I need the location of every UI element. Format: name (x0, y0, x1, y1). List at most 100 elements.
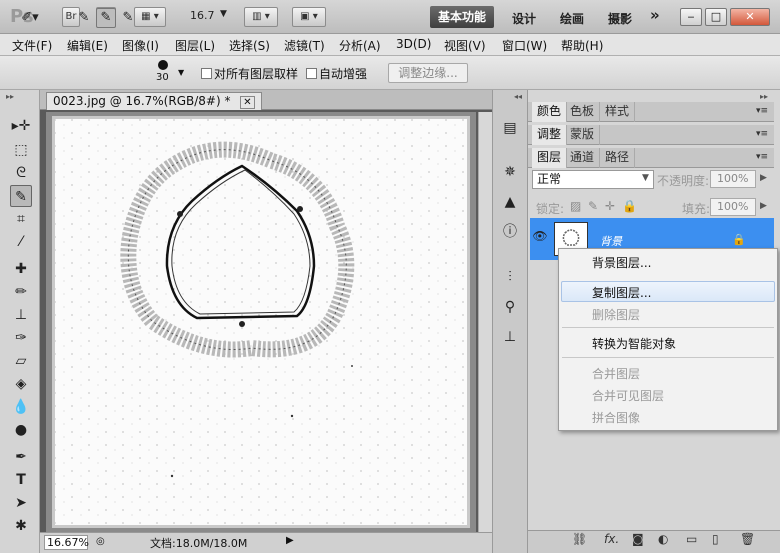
menu-analysis[interactable]: 分析(A) (339, 37, 381, 54)
brush-preview-icon[interactable] (158, 60, 168, 70)
tab-swatches[interactable]: 色板 (565, 102, 601, 122)
collapse-tools-icon[interactable]: ▸▸ (6, 92, 14, 101)
collapse-panels-icon[interactable]: ▸▸ (760, 92, 768, 101)
lock-paint-icon[interactable]: ✎ (588, 199, 598, 213)
close-document-icon[interactable]: ✕ (240, 96, 255, 109)
panel-menu-icon[interactable]: ▾≡ (756, 129, 768, 139)
opacity-field[interactable]: 100% (710, 170, 756, 188)
view-extras-button[interactable]: ▦ ▾ (134, 7, 166, 27)
status-info-icon[interactable]: ◎ (96, 536, 105, 547)
brush-picker-chevron-icon[interactable]: ▼ (178, 68, 184, 77)
menu-layer[interactable]: 图层(L) (175, 37, 215, 54)
screen-mode-button[interactable]: ▣ ▾ (292, 7, 326, 27)
more-workspaces-icon[interactable]: » (650, 6, 660, 24)
history-brush-tool-icon[interactable]: ✑ (10, 327, 32, 349)
tab-channels[interactable]: 通道 (565, 148, 601, 168)
tab-masks[interactable]: 蒙版 (565, 125, 601, 145)
blend-mode-select[interactable]: 正常 (532, 170, 654, 189)
info-panel-icon[interactable]: ⓘ (500, 222, 520, 242)
type-tool-icon[interactable]: T (10, 469, 32, 491)
fill-field[interactable]: 100% (710, 198, 756, 216)
vertical-scrollbar[interactable] (478, 112, 492, 532)
trash-icon[interactable]: 🗑 (740, 532, 755, 546)
workspace-photography[interactable]: 摄影 (608, 10, 632, 27)
tool-presets-panel-icon[interactable]: ⊥ (500, 327, 520, 347)
lock-transparent-icon[interactable]: ▨ (570, 199, 581, 213)
menu-item-merge-layers: 合并图层 (592, 367, 641, 381)
eyedropper-tool-icon[interactable]: ⁄ (10, 231, 32, 253)
tab-styles[interactable]: 样式 (600, 102, 636, 122)
panel-menu-icon[interactable]: ▾≡ (756, 152, 768, 162)
menu-3d[interactable]: 3D(D) (396, 37, 431, 51)
subtract-selection-icon[interactable]: ✎ (118, 8, 138, 28)
panel-menu-icon[interactable]: ▾≡ (756, 106, 768, 116)
fill-arrow-icon[interactable]: ▶ (760, 201, 767, 211)
menu-item-convert-smart-object[interactable]: 转换为智能对象 (592, 335, 676, 352)
arrange-documents-button[interactable]: ▥ ▾ (244, 7, 278, 27)
menu-item-duplicate-layer[interactable]: 复制图层... (592, 284, 651, 301)
workspace-painting[interactable]: 绘画 (560, 10, 584, 27)
menu-item-background-layer[interactable]: 背景图层... (592, 254, 651, 271)
minimize-button[interactable]: ‒ (680, 8, 702, 26)
menu-file[interactable]: 文件(F) (12, 37, 52, 54)
path-selection-tool-icon[interactable]: ➤ (10, 492, 32, 514)
lock-all-icon[interactable]: 🔒 (622, 199, 637, 213)
blur-tool-icon[interactable]: 💧 (10, 396, 32, 418)
workspace-design[interactable]: 设计 (512, 10, 536, 27)
lock-position-icon[interactable]: ✛ (605, 199, 615, 213)
menu-image[interactable]: 图像(I) (122, 37, 159, 54)
menu-filter[interactable]: 滤镜(T) (284, 37, 325, 54)
document-tab[interactable]: 0023.jpg @ 16.7%(RGB/8#) * ✕ (46, 92, 262, 110)
brush-tool-icon[interactable]: ✏ (10, 281, 32, 303)
tab-paths[interactable]: 路径 (600, 148, 636, 168)
pen-tool-icon[interactable]: ✒ (10, 446, 32, 468)
refine-edge-button[interactable]: 调整边缘... (388, 63, 468, 83)
custom-shape-tool-icon[interactable]: ✱ (10, 515, 32, 537)
clone-source-panel-icon[interactable]: ⚲ (500, 297, 520, 317)
status-menu-arrow-icon[interactable]: ▶ (286, 535, 294, 546)
add-to-selection-icon[interactable]: ✎ (96, 8, 116, 28)
histogram-panel-icon[interactable]: ▲ (500, 192, 520, 212)
healing-brush-tool-icon[interactable]: ✚ (10, 258, 32, 280)
auto-enhance-checkbox[interactable] (306, 68, 317, 79)
collapse-strip-icon[interactable]: ◂◂ (514, 92, 522, 101)
image-canvas[interactable] (49, 113, 473, 531)
maximize-button[interactable]: □ (705, 8, 727, 26)
tool-preset-picker[interactable]: ✐▾ (20, 8, 40, 28)
new-selection-icon[interactable]: ✎ (74, 8, 94, 28)
tab-adjustments[interactable]: 调整 (532, 125, 568, 145)
close-button[interactable]: ✕ (730, 8, 770, 26)
status-zoom-field[interactable]: 16.67% (44, 535, 89, 550)
crop-tool-icon[interactable]: ⌗ (10, 208, 32, 230)
sample-all-layers-checkbox[interactable] (201, 68, 212, 79)
workspace-essentials[interactable]: 基本功能 (430, 6, 494, 28)
menu-window[interactable]: 窗口(W) (502, 37, 547, 54)
layer-style-icon[interactable]: fx. (604, 532, 619, 546)
tab-layers[interactable]: 图层 (532, 148, 568, 168)
new-layer-icon[interactable]: ▯ (712, 532, 719, 546)
marquee-tool-icon[interactable]: ⬚ (10, 139, 32, 161)
clone-stamp-tool-icon[interactable]: ⊥ (10, 304, 32, 326)
lock-label: 锁定: (536, 202, 565, 216)
move-tool-icon[interactable]: ▸✛ (10, 115, 32, 137)
menu-edit[interactable]: 编辑(E) (67, 37, 108, 54)
eye-icon[interactable]: 👁 (532, 229, 548, 245)
opacity-arrow-icon[interactable]: ▶ (760, 173, 767, 183)
quick-selection-tool-icon[interactable]: ✎ (10, 185, 32, 207)
menu-help[interactable]: 帮助(H) (561, 37, 603, 54)
link-layers-icon[interactable]: ⛓ (572, 532, 587, 546)
navigator-panel-icon[interactable]: ✵ (500, 162, 520, 182)
add-mask-icon[interactable]: ◙ (632, 532, 644, 546)
tab-color[interactable]: 颜色 (532, 102, 568, 122)
eraser-tool-icon[interactable]: ▱ (10, 350, 32, 372)
dodge-tool-icon[interactable]: ● (10, 419, 32, 441)
menu-view[interactable]: 视图(V) (444, 37, 486, 54)
history-panel-icon[interactable]: ▤ (500, 118, 520, 138)
lasso-tool-icon[interactable]: ᘓ (10, 162, 32, 184)
brush-panel-icon[interactable]: ⫶ (500, 267, 520, 287)
menu-select[interactable]: 选择(S) (229, 37, 270, 54)
adjustment-layer-icon[interactable]: ◐ (658, 532, 668, 546)
paint-bucket-tool-icon[interactable]: ◈ (10, 373, 32, 395)
zoom-level-dropdown[interactable]: 16.7 (190, 9, 215, 22)
new-group-icon[interactable]: ▭ (686, 532, 697, 546)
